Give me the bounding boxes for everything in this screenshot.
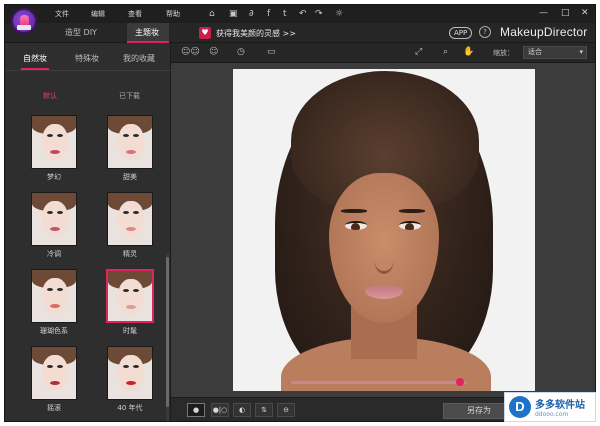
chevron-down-icon: ▾ <box>579 48 583 56</box>
split-view-button[interactable]: ◐ <box>233 403 251 417</box>
filter-downloaded[interactable]: 已下载 <box>119 91 140 101</box>
category-tabs: 自然妆 特殊妆 我的收藏 <box>5 43 171 71</box>
watermark-url: ddooo.com <box>535 411 569 418</box>
left-eyebrow <box>341 209 367 213</box>
compare-faces-icon[interactable]: ☺☺ <box>181 47 200 58</box>
active-tab-indicator <box>21 68 49 70</box>
app-button[interactable]: APP <box>449 27 473 39</box>
redo-icon[interactable]: ↷ <box>315 8 323 20</box>
share-icon[interactable]: ∂ <box>249 8 254 20</box>
look-label: 甜美 <box>123 173 137 181</box>
look-thumbnail[interactable] <box>31 115 77 169</box>
watermark-name: 多多软件站 <box>535 400 585 411</box>
title-bar: 文件 编辑 查看 帮助 ⌂ ▣ ∂ f t ↶ ↷ ☼ — □ ✕ <box>5 5 595 23</box>
app-logo <box>11 8 37 34</box>
tab-themed-makeup[interactable]: 主题妆 <box>135 27 159 38</box>
looks-panel: 自然妆 特殊妆 我的收藏 默认 已下载 梦幻 甜美冷调 精灵珊瑚色系 时髦摇滚 40 年… <box>5 43 171 421</box>
promo-text[interactable]: 获得我美颜的灵感 >> <box>216 28 296 39</box>
twitter-icon[interactable]: t <box>283 8 287 20</box>
left-eye <box>345 221 367 230</box>
horizontal-split-button[interactable]: ⊖ <box>277 403 295 417</box>
menu-view[interactable]: 查看 <box>128 9 142 19</box>
scrollbar-thumb[interactable] <box>166 257 169 407</box>
look-thumbnail[interactable] <box>107 192 153 246</box>
right-eye <box>399 221 421 230</box>
fit-screen-icon[interactable]: ⤢ <box>415 47 422 58</box>
compare-slider-handle[interactable] <box>455 378 464 386</box>
look-item[interactable]: 珊瑚色系 <box>29 269 79 339</box>
look-item[interactable]: 摇滚 <box>29 346 79 416</box>
single-view-button[interactable]: ● <box>187 403 205 417</box>
app-window: 文件 编辑 查看 帮助 ⌂ ▣ ∂ f t ↶ ↷ ☼ — □ ✕ 造型 DIY… <box>4 4 596 422</box>
save-icon[interactable]: ▣ <box>229 8 238 20</box>
menu-file[interactable]: 文件 <box>55 9 69 19</box>
menu-help[interactable]: 帮助 <box>166 9 180 19</box>
look-item[interactable]: 时髦 <box>105 269 155 339</box>
heart-icon: ♥ <box>199 27 211 39</box>
maximize-button[interactable]: □ <box>561 7 570 19</box>
watermark-badge: D 多多软件站 ddooo.com <box>504 392 596 422</box>
tab-special-makeup[interactable]: 特殊妆 <box>75 53 99 64</box>
zoom-icon[interactable]: ⌕ <box>443 47 448 58</box>
face-outline-icon[interactable]: ☺ <box>209 47 218 58</box>
filter-default[interactable]: 默认 <box>43 91 57 101</box>
hand-tool-icon[interactable]: ✋ <box>463 47 474 58</box>
home-icon[interactable]: ⌂ <box>209 8 215 20</box>
nose <box>374 244 394 274</box>
right-eyebrow <box>399 209 425 213</box>
settings-icon[interactable]: ☼ <box>335 8 343 20</box>
compare-slider-track[interactable] <box>291 381 467 384</box>
mode-bar: 造型 DIY 主题妆 ♥ 获得我美颜的灵感 >> APP ? MakeupDir… <box>5 23 595 43</box>
zoom-select[interactable]: 适合 ▾ <box>523 46 587 59</box>
display-icon[interactable]: ▭ <box>267 47 276 58</box>
look-thumbnail[interactable] <box>107 115 153 169</box>
zoom-value: 适合 <box>528 48 542 56</box>
look-thumbnail[interactable] <box>107 346 153 400</box>
look-thumbnail[interactable] <box>31 346 77 400</box>
look-item[interactable]: 梦幻 <box>29 115 79 185</box>
look-item[interactable]: 冷调 <box>29 192 79 262</box>
minimize-button[interactable]: — <box>539 7 548 19</box>
look-label: 精灵 <box>123 250 137 258</box>
tab-my-favorites[interactable]: 我的收藏 <box>123 53 155 64</box>
facebook-icon[interactable]: f <box>267 8 270 20</box>
help-icon[interactable]: ? <box>479 26 491 38</box>
look-label: 时髦 <box>123 327 137 335</box>
vertical-split-button[interactable]: ⇅ <box>255 403 273 417</box>
look-thumbnail[interactable] <box>106 269 154 323</box>
look-label: 梦幻 <box>47 173 61 181</box>
tab-diy[interactable]: 造型 DIY <box>65 27 97 38</box>
photo-canvas[interactable] <box>171 63 595 397</box>
brand-name: MakeupDirector <box>500 25 588 39</box>
menu-edit[interactable]: 编辑 <box>91 9 105 19</box>
tab-natural-makeup[interactable]: 自然妆 <box>23 53 47 64</box>
look-label: 珊瑚色系 <box>40 327 68 335</box>
look-item[interactable]: 40 年代 <box>105 346 155 416</box>
canvas-toolbar: ☺☺ ☺ ◷ ▭ ⤢ ⌕ ✋ 缩放： 适合 ▾ <box>171 43 595 63</box>
portrait-photo[interactable] <box>233 69 535 391</box>
look-thumbnail[interactable] <box>31 269 77 323</box>
look-label: 40 年代 <box>117 404 143 412</box>
history-icon[interactable]: ◷ <box>237 47 245 58</box>
before-after-button[interactable]: ●|○ <box>211 403 229 417</box>
close-button[interactable]: ✕ <box>581 7 589 19</box>
zoom-label: 缩放： <box>493 49 514 57</box>
look-label: 摇滚 <box>47 404 61 412</box>
look-label: 冷调 <box>47 250 61 258</box>
watermark-logo: D <box>509 396 531 418</box>
look-item[interactable]: 甜美 <box>105 115 155 185</box>
undo-icon[interactable]: ↶ <box>299 8 307 20</box>
look-thumbnail[interactable] <box>31 192 77 246</box>
promo-link[interactable]: ♥ 获得我美颜的灵感 >> <box>199 26 296 40</box>
look-item[interactable]: 精灵 <box>105 192 155 262</box>
looks-grid: 梦幻 甜美冷调 精灵珊瑚色系 时髦摇滚 40 年代 <box>5 115 165 421</box>
